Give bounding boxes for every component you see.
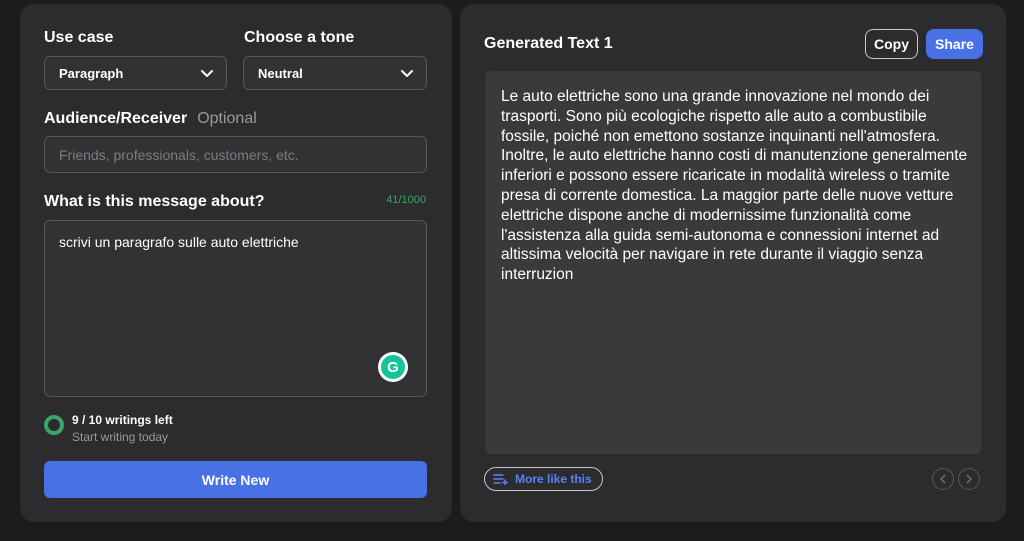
tone-value: Neutral [258,65,303,81]
writings-left-text: 9 / 10 writings left [72,413,173,427]
use-case-select[interactable]: Paragraph [44,56,227,90]
use-case-value: Paragraph [59,65,124,81]
chevron-right-icon [966,474,972,484]
generated-text-title: Generated Text 1 [484,35,613,52]
character-counter: 41/1000 [386,194,426,206]
grammarly-icon[interactable]: G [378,352,408,382]
message-label: What is this message about? [44,193,265,210]
audience-input[interactable] [44,136,427,173]
chevron-down-icon [400,66,414,80]
writing-form-panel: Use case Choose a tone Paragraph Neutral… [20,4,452,522]
tone-select[interactable]: Neutral [243,56,427,90]
generated-text-box[interactable]: Le auto elettriche sono una grande innov… [485,71,981,454]
list-add-icon [493,474,509,485]
chevron-down-icon [200,66,214,80]
write-new-button[interactable]: Write New [44,461,427,498]
chevron-left-icon [940,474,946,484]
start-writing-text: Start writing today [72,430,169,444]
previous-button[interactable] [932,468,954,490]
generated-text-panel: Generated Text 1 Copy Share Le auto elet… [460,4,1006,522]
more-like-this-label: More like this [515,472,592,486]
generated-text-content: Le auto elettriche sono una grande innov… [501,88,968,284]
optional-hint: Optional [197,110,257,127]
audience-label: Audience/Receiver Optional [44,110,257,128]
share-button[interactable]: Share [926,29,983,59]
more-like-this-button[interactable]: More like this [484,467,603,491]
audience-label-text: Audience/Receiver [44,110,188,127]
usage-indicator: 9 / 10 writings left Start writing today [44,412,173,446]
use-case-label: Use case [44,29,114,46]
message-text: scrivi un paragrafo sulle auto elettrich… [59,234,299,250]
progress-ring-icon [44,415,64,435]
tone-label: Choose a tone [244,29,355,46]
copy-button[interactable]: Copy [865,29,918,59]
next-button[interactable] [958,468,980,490]
message-textarea[interactable]: scrivi un paragrafo sulle auto elettrich… [44,220,427,397]
